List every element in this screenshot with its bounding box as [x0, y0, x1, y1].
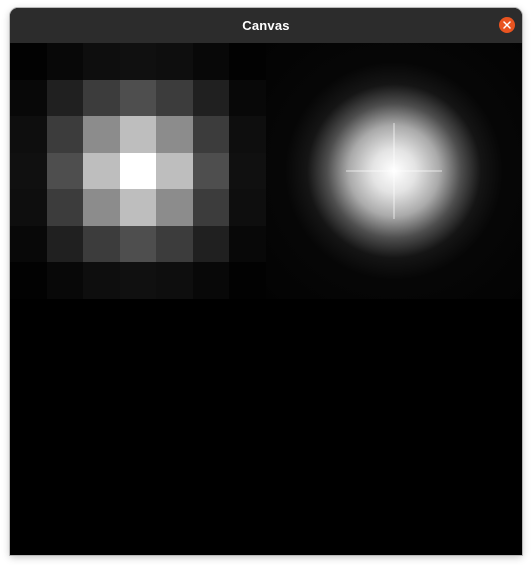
pixel-cell — [83, 262, 120, 299]
drawing-canvas[interactable] — [10, 43, 522, 555]
smooth-light-spot — [266, 43, 522, 299]
pixel-cell — [119, 189, 157, 226]
pixel-cell — [83, 79, 120, 117]
pixel-cell — [229, 262, 266, 299]
pixel-cell — [119, 43, 157, 80]
close-icon — [503, 21, 511, 29]
pixel-cell — [83, 43, 120, 80]
pixel-cell — [119, 79, 157, 117]
pixel-cell — [229, 189, 266, 226]
glow-highlight-vertical — [393, 123, 395, 219]
pixel-cell — [119, 116, 157, 153]
pixel-cell — [192, 189, 230, 226]
pixel-cell — [156, 225, 193, 263]
pixel-cell — [119, 262, 157, 299]
pixel-cell — [229, 225, 266, 263]
canvas-window: Canvas — [10, 8, 522, 555]
pixel-cell — [192, 43, 230, 80]
pixel-cell — [192, 152, 230, 190]
close-button[interactable] — [499, 17, 515, 33]
pixel-cell — [156, 152, 193, 190]
pixel-cell — [10, 43, 47, 80]
pixel-cell — [10, 116, 47, 153]
pixel-cell — [119, 225, 157, 263]
pixel-cell — [83, 152, 120, 190]
pixel-cell — [10, 189, 47, 226]
pixel-cell — [229, 79, 266, 117]
pixel-cell — [192, 79, 230, 117]
pixelated-light-spot — [10, 43, 266, 299]
pixel-cell — [46, 189, 84, 226]
pixel-cell — [10, 225, 47, 263]
pixel-cell — [46, 225, 84, 263]
pixel-cell — [229, 116, 266, 153]
pixel-cell — [192, 225, 230, 263]
pixel-cell — [156, 262, 193, 299]
pixel-cell — [46, 79, 84, 117]
pixel-cell — [10, 79, 47, 117]
pixel-cell — [10, 262, 47, 299]
pixel-cell — [83, 189, 120, 226]
pixel-cell — [46, 152, 84, 190]
window-title: Canvas — [242, 18, 290, 33]
pixel-cell — [83, 116, 120, 153]
pixel-cell — [156, 43, 193, 80]
pixel-cell — [46, 116, 84, 153]
title-bar[interactable]: Canvas — [10, 8, 522, 43]
pixel-cell — [156, 189, 193, 226]
pixel-cell — [156, 116, 193, 153]
pixel-cell — [46, 43, 84, 80]
pixel-cell — [229, 43, 266, 80]
pixel-cell — [156, 79, 193, 117]
pixel-cell — [83, 225, 120, 263]
pixel-cell — [46, 262, 84, 299]
pixel-cell — [192, 116, 230, 153]
pixel-cell — [119, 152, 157, 190]
pixel-cell — [192, 262, 230, 299]
pixel-cell — [10, 152, 47, 190]
pixel-cell — [229, 152, 266, 190]
